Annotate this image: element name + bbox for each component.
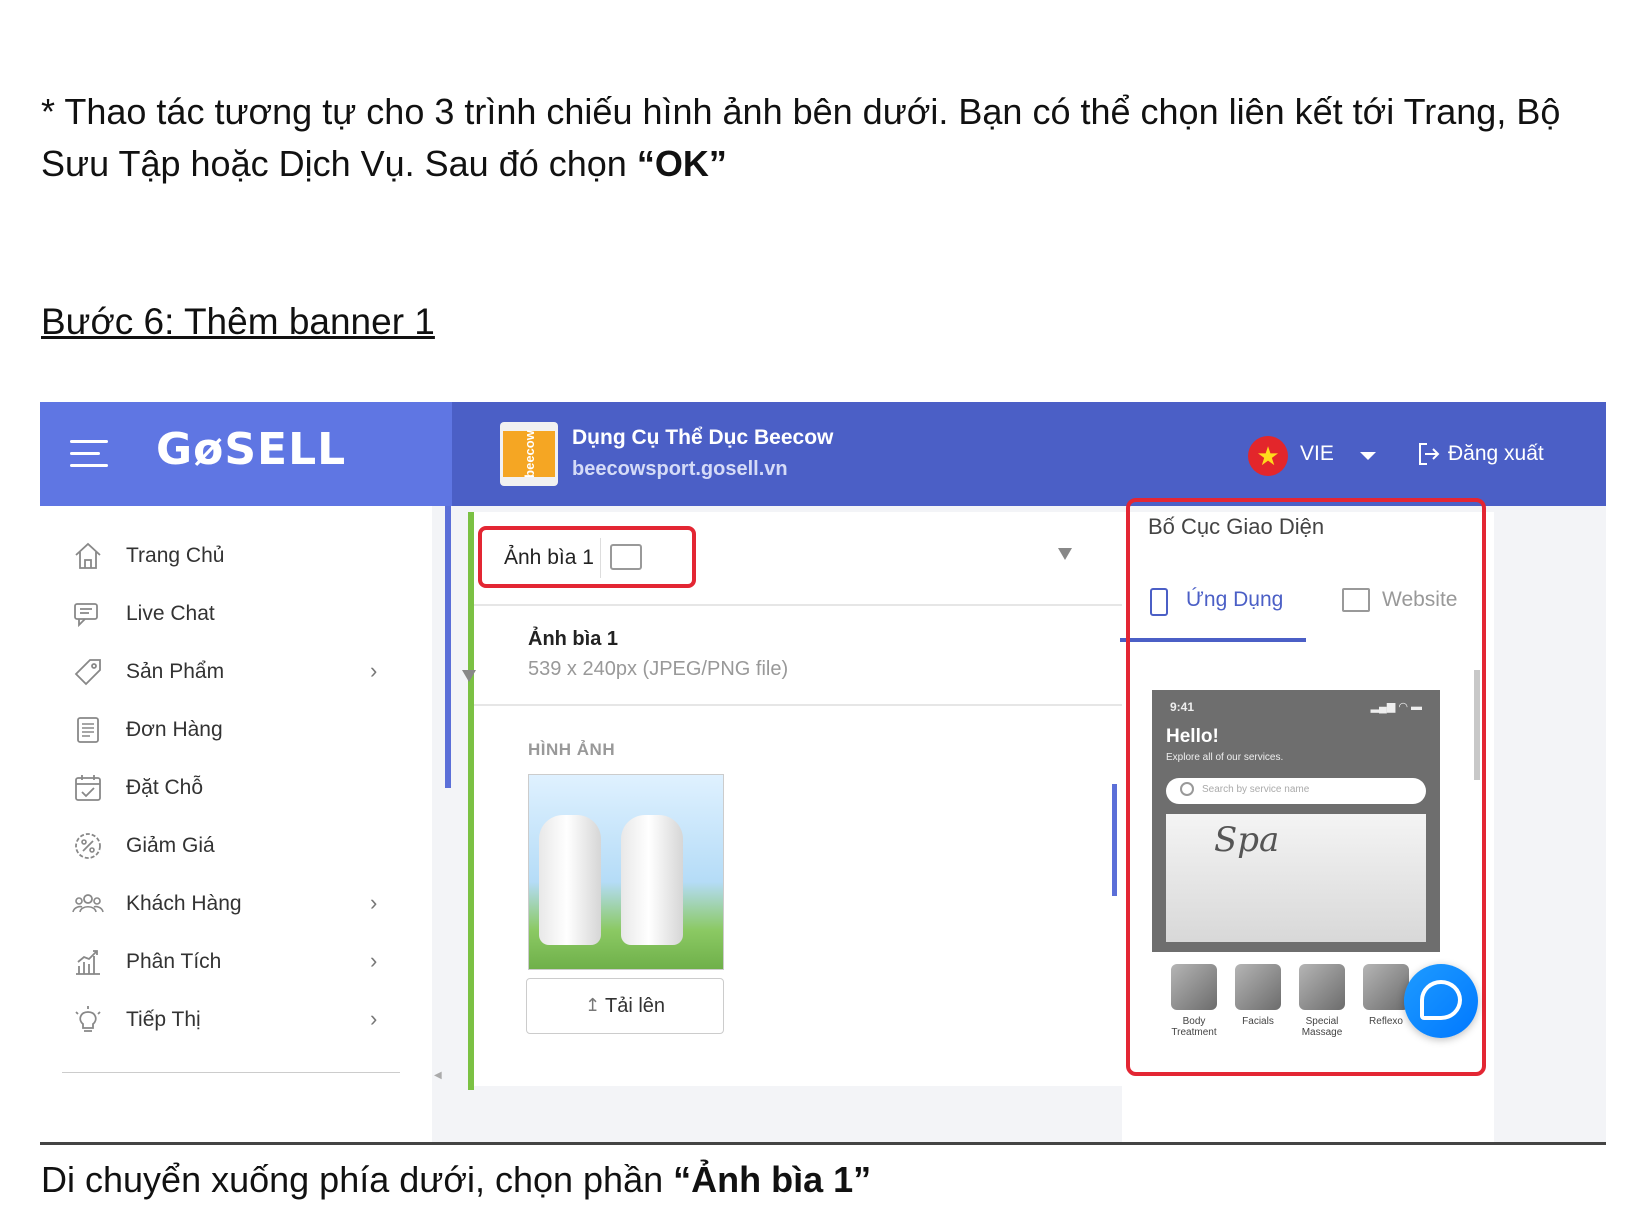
chevron-down-icon[interactable] [1058,548,1072,560]
caption-bold-text: “Ảnh bìa 1” [673,1159,872,1200]
image-section-label: HÌNH ẢNH [528,740,616,759]
caption: Di chuyển xuống phía dưới, chọn phần “Ản… [41,1154,871,1206]
discount-icon [75,833,101,859]
logout-icon[interactable] [1418,442,1440,466]
item-title: Ảnh bìa 1 [528,628,619,650]
sidebar-scrollbar[interactable] [445,506,451,788]
chat-icon [74,603,98,628]
messenger-icon [1420,980,1462,1020]
intro-ok-text: “OK” [636,143,727,184]
sidebar-item-label: Đơn Hàng [126,718,223,741]
editor-scrollbar[interactable] [1112,784,1117,896]
upload-icon: ↥ [585,995,601,1015]
sidebar-item-analytics[interactable]: Phân Tích › [40,932,420,992]
intro-paragraph: * Thao tác tương tự cho 3 trình chiếu hì… [41,86,1581,190]
gosell-logo[interactable]: GøSELL [156,424,346,475]
scroll-left-icon[interactable]: ◀ [434,1070,448,1082]
tag-icon [74,659,101,686]
logo-bar: GøSELL [40,402,452,506]
browser-window-icon [610,544,642,570]
sidebar-item-products[interactable]: Sản Phẩm › [40,642,420,702]
store-logo-text: beecow [503,430,555,478]
sidebar-item-booking[interactable]: Đặt Chỗ [40,758,420,818]
top-bar: beecow Dụng Cụ Thể Dục Beecow beecowspor… [452,402,1606,506]
sidebar-item-label: Trang Chủ [126,544,225,567]
calendar-check-icon [75,775,101,801]
document-icon [77,717,99,743]
language-selector[interactable]: VIE [1300,442,1334,466]
sidebar-item-label: Đặt Chỗ [126,776,204,799]
home-icon [75,542,101,569]
divider [600,538,601,578]
sidebar-item-label: Giảm Giá [126,834,215,857]
section-accent-bar [468,512,474,1090]
sidebar-item-home[interactable]: Trang Chủ [40,526,420,586]
store-logo: beecow [500,422,558,486]
step-title: Bước 6: Thêm banner 1 [41,301,435,342]
milk-jug-image [621,815,683,945]
banner-image-preview[interactable] [528,774,724,970]
store-url[interactable]: beecowsport.gosell.vn [572,458,788,481]
sidebar-item-live-chat[interactable]: Live Chat [40,584,420,644]
sidebar-item-discounts[interactable]: Giảm Giá [40,816,420,876]
messenger-button[interactable] [1404,964,1478,1038]
app-screenshot: GøSELL beecow Dụng Cụ Thể Dục Beecow bee… [40,402,1606,1142]
store-name: Dụng Cụ Thể Dục Beecow [572,426,834,449]
intro-text: * Thao tác tương tự cho 3 trình chiếu hì… [41,91,1561,184]
sidebar-item-customers[interactable]: Khách Hàng › [40,874,420,934]
sidebar-divider [62,1072,400,1073]
divider [474,704,1130,706]
chevron-right-icon[interactable]: › [370,1006,377,1032]
menu-icon[interactable] [70,440,108,468]
collapse-caret-icon[interactable] [462,670,476,682]
sidebar: Trang Chủ Live Chat Sản Phẩm › Đơn Hàng … [40,506,432,1142]
logout-button[interactable]: Đăng xuất [1448,442,1544,466]
sidebar-item-label: Khách Hàng [126,892,242,915]
screenshot-border [40,1142,1606,1145]
upload-button[interactable]: ↥ Tải lên [526,978,724,1034]
milk-jug-image [539,815,601,945]
divider [474,604,1130,606]
item-size-hint: 539 x 240px (JPEG/PNG file) [528,658,789,680]
section-label: Ảnh bìa 1 [504,546,594,569]
sidebar-item-label: Live Chat [126,602,215,625]
bulb-icon [75,1006,101,1032]
sidebar-item-label: Sản Phẩm [126,660,225,683]
caption-text: Di chuyển xuống phía dưới, chọn phần [41,1159,674,1200]
vietnam-flag-icon[interactable]: ★ [1248,436,1288,476]
section-header-anh-bia-1[interactable]: Ảnh bìa 1 [478,526,696,588]
sidebar-item-orders[interactable]: Đơn Hàng [40,700,420,760]
chevron-down-icon[interactable] [1360,452,1376,460]
sidebar-item-label: Phân Tích [126,950,222,973]
upload-label: Tải lên [605,995,666,1017]
sidebar-item-marketing[interactable]: Tiếp Thị › [40,990,420,1050]
users-icon [72,894,104,913]
chevron-right-icon[interactable]: › [370,890,377,916]
chevron-right-icon[interactable]: › [370,948,377,974]
sidebar-item-label: Tiếp Thị [126,1008,201,1031]
analytics-icon [76,950,100,975]
chevron-right-icon[interactable]: › [370,658,377,684]
